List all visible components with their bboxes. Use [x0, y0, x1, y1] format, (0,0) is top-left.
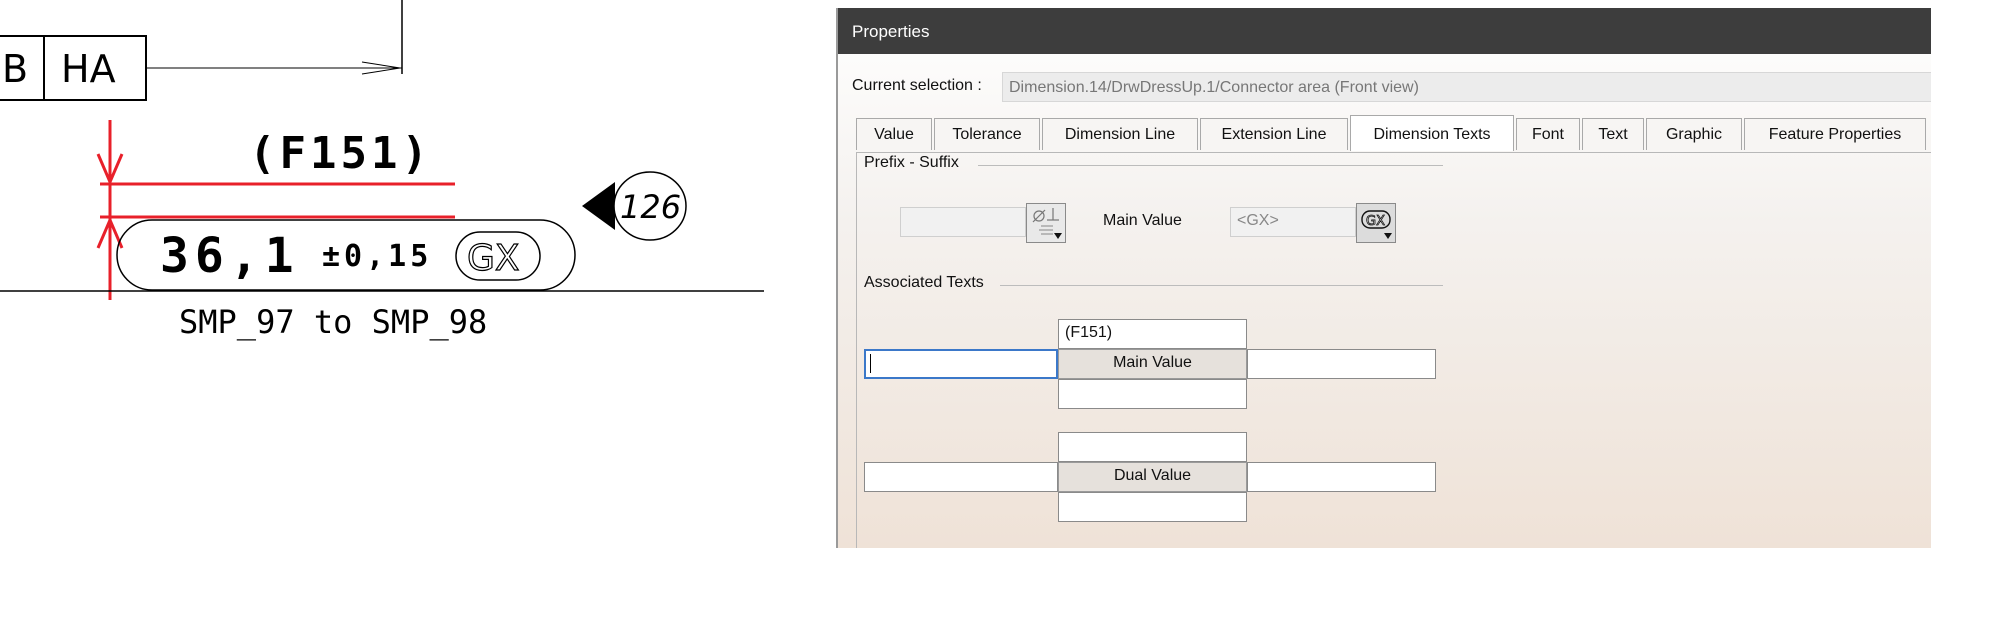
balloon-126[interactable]: 126: [582, 171, 687, 241]
tab-text[interactable]: Text: [1582, 118, 1644, 150]
dimension-value: 36,1: [160, 228, 300, 284]
drawing-canvas[interactable]: B HA (F151) 36,1 ±0,15 GX 126 SMP_97 to …: [0, 0, 830, 621]
dialog-titlebar[interactable]: Properties: [838, 8, 1931, 54]
tab-feature-properties[interactable]: Feature Properties: [1744, 118, 1926, 150]
datum-cell-b: B: [2, 47, 28, 91]
gx-symbol-icon-text: GX: [1366, 214, 1385, 229]
main-before-field[interactable]: [864, 349, 1058, 379]
tab-dimension-texts[interactable]: Dimension Texts: [1350, 115, 1514, 151]
main-value-label: Main Value: [1103, 212, 1182, 229]
properties-dialog[interactable]: Properties Current selection : Dimension…: [836, 8, 1931, 548]
main-value-field: <GX>: [1230, 207, 1356, 237]
dropdown-arrow-icon: [1384, 233, 1392, 239]
tab-font[interactable]: Font: [1516, 118, 1580, 150]
tab-tolerance[interactable]: Tolerance: [934, 118, 1040, 150]
reference-text: (F151): [249, 128, 432, 179]
prefix-suffix-group-label: Prefix - Suffix: [864, 154, 959, 171]
tab-graphic[interactable]: Graphic: [1646, 118, 1742, 150]
tab-dimension-line[interactable]: Dimension Line: [1042, 118, 1198, 150]
dimension-tolerance: ±0,15: [322, 239, 432, 274]
gx-symbol-button[interactable]: GX: [1356, 203, 1396, 243]
current-selection-label: Current selection :: [852, 77, 982, 94]
dual-value-center-label: Dual Value: [1058, 462, 1247, 492]
dual-above-field[interactable]: [1058, 432, 1247, 462]
prefix-symbol-button[interactable]: [1026, 203, 1066, 243]
datum-frame[interactable]: B HA: [0, 35, 147, 101]
main-after-field[interactable]: [1247, 349, 1436, 379]
dual-after-field[interactable]: [1247, 462, 1436, 492]
tab-value[interactable]: Value: [856, 118, 932, 150]
main-value-center-label: Main Value: [1058, 349, 1247, 379]
main-above-field[interactable]: (F151): [1058, 319, 1247, 349]
tab-extension-line[interactable]: Extension Line: [1200, 118, 1348, 150]
datum-cell-ha: HA: [61, 47, 116, 91]
dialog-title: Properties: [852, 22, 930, 41]
text-cursor: [870, 354, 871, 373]
prefix-field[interactable]: [900, 207, 1026, 237]
dropdown-arrow-icon: [1054, 233, 1062, 239]
gx-symbol: GX: [467, 238, 520, 279]
dual-before-field[interactable]: [864, 462, 1058, 492]
current-selection-field[interactable]: Dimension.14/DrwDressUp.1/Connector area…: [1002, 72, 1931, 102]
main-below-field[interactable]: [1058, 379, 1247, 409]
dimension-text[interactable]: 36,1 ±0,15 GX: [116, 219, 576, 291]
associated-texts-group-label: Associated Texts: [864, 274, 984, 291]
associated-texts-separator: [1000, 285, 1443, 286]
caption-text: SMP_97 to SMP_98: [179, 303, 487, 341]
balloon-number: 126: [620, 188, 681, 226]
prefix-suffix-separator: [978, 165, 1443, 166]
dual-below-field[interactable]: [1058, 492, 1247, 522]
